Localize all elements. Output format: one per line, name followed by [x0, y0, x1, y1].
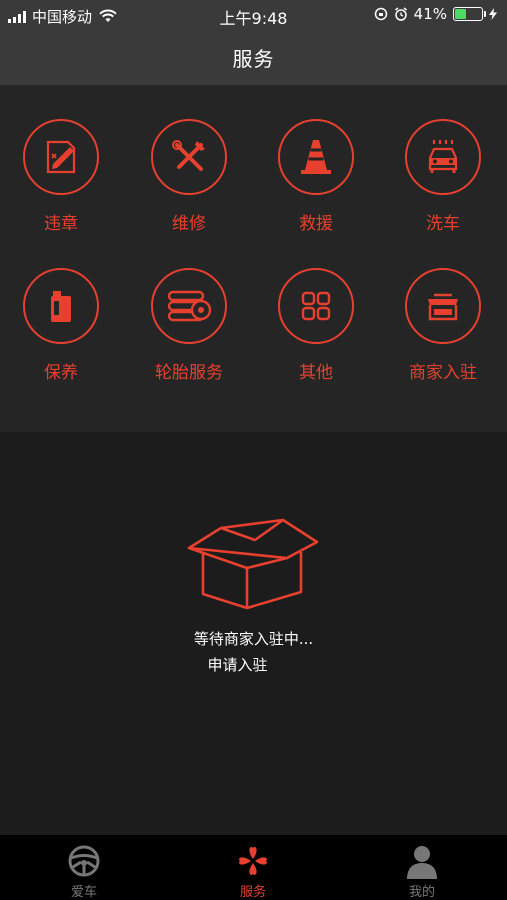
service-rescue[interactable]: 救援	[256, 119, 376, 249]
service-label: 违章	[44, 214, 78, 234]
service-maintenance[interactable]: 保养	[1, 268, 121, 398]
rotation-lock-icon	[374, 7, 387, 21]
nav-bar: 服务	[0, 30, 507, 86]
grid-squares-icon	[278, 268, 354, 344]
service-tires[interactable]: 轮胎服务	[129, 268, 249, 398]
empty-state: 等待商家入驻中... 申请入驻	[0, 432, 507, 834]
battery-icon	[453, 7, 486, 21]
violation-icon	[23, 119, 99, 195]
service-label: 商家入驻	[409, 363, 477, 383]
apply-join-link[interactable]: 申请入驻	[0, 654, 491, 675]
status-bar: 中国移动 上午9:48 41%	[0, 0, 507, 30]
battery-fill	[455, 9, 466, 19]
tires-icon	[151, 268, 227, 344]
alarm-icon	[394, 7, 407, 21]
service-other[interactable]: 其他	[256, 268, 376, 398]
service-label: 救援	[299, 214, 333, 234]
car-wash-icon	[405, 119, 481, 195]
clover-icon	[239, 847, 267, 875]
store-icon	[405, 268, 481, 344]
service-label: 洗车	[426, 214, 460, 234]
empty-message: 等待商家入驻中...	[193, 630, 314, 648]
service-label: 轮胎服务	[155, 363, 223, 383]
battery-percent: 41%	[413, 5, 447, 23]
service-label: 保养	[44, 363, 78, 383]
tab-mine[interactable]: 我的	[362, 835, 482, 900]
service-car-wash[interactable]: 洗车	[383, 119, 503, 249]
person-icon	[407, 846, 437, 879]
steering-wheel-icon	[68, 845, 100, 877]
service-label: 其他	[299, 363, 333, 383]
service-merchant-join[interactable]: 商家入驻	[383, 268, 503, 398]
service-label: 维修	[172, 214, 206, 234]
oil-can-icon	[23, 268, 99, 344]
repair-tools-icon	[151, 119, 227, 195]
open-box-icon	[187, 518, 319, 610]
status-right: 41%	[374, 5, 497, 23]
tab-label: 服务	[239, 885, 266, 900]
tab-bar: 爱车 服务 我的	[0, 834, 507, 900]
tab-car[interactable]: 爱车	[24, 835, 144, 900]
services-grid: 违章 维修 救援 洗车 保养 轮胎服务 其他 商家入驻	[0, 86, 507, 432]
tab-label: 我的	[408, 885, 435, 900]
tab-service[interactable]: 服务	[193, 835, 313, 900]
tab-label: 爱车	[70, 885, 97, 900]
service-repair[interactable]: 维修	[129, 119, 249, 249]
traffic-cone-icon	[278, 119, 354, 195]
service-violation[interactable]: 违章	[1, 119, 121, 249]
page-title: 服务	[232, 47, 275, 71]
charging-icon	[489, 8, 497, 20]
